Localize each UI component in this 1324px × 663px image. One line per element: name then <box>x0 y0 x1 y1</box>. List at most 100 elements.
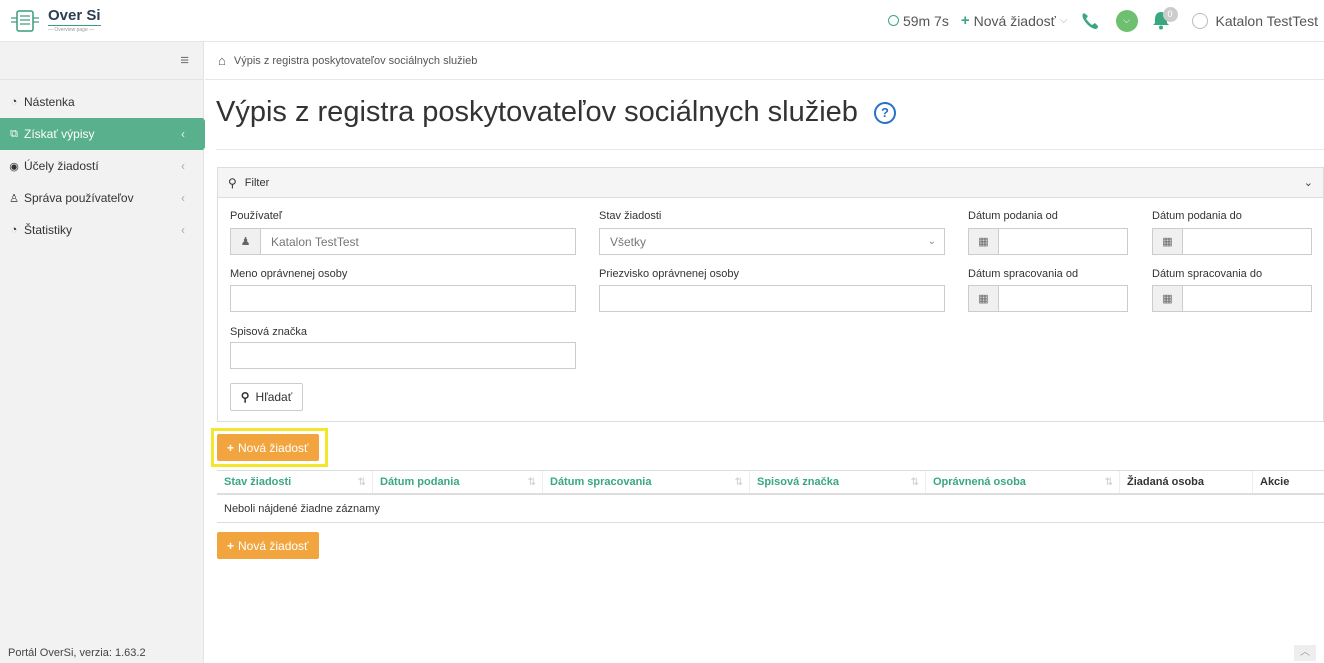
logo-icon <box>11 9 39 32</box>
user-icon <box>1191 12 1208 29</box>
status-indicator-button[interactable]: ⌵ <box>1115 9 1138 32</box>
home-icon[interactable]: ⌂ <box>218 53 226 68</box>
last-name-field[interactable] <box>599 285 945 312</box>
new-request-button-top[interactable]: + Nová žiadosť <box>217 434 319 461</box>
column-header-label: Spisová značka <box>757 476 839 488</box>
sort-icon: ⇅ <box>527 476 536 488</box>
sidebar-item-label: Získať výpisy <box>24 127 95 141</box>
new-request-button-label: Nová žiadosť <box>238 440 309 455</box>
new-request-button-bottom[interactable]: + Nová žiadosť <box>217 532 319 559</box>
search-icon: ⚲ <box>240 390 250 404</box>
plus-icon: + <box>227 538 235 553</box>
main-content: Výpis z registra poskytovateľov sociálny… <box>205 81 1324 641</box>
logo-title: Over Si <box>48 7 101 26</box>
column-header-label: Žiadaná osoba <box>1127 476 1205 488</box>
chevron-left-icon: ‹ <box>181 223 185 237</box>
table-header: Stav žiadosti ⇅ Dátum podania ⇅ Dátum spra… <box>217 470 1324 495</box>
filter-title: Filter <box>244 176 270 189</box>
empty-table-message: Neboli nájdené žiadne záznamy <box>217 495 1324 523</box>
phone-icon[interactable] <box>1080 11 1100 31</box>
page-title: Výpis z registra poskytovateľov sociálny… <box>216 96 896 129</box>
sidebar-item-sprava-pouzivatelov[interactable]: ♙ Správa používateľov ‹ <box>0 182 203 214</box>
status-select-value: Všetky <box>610 234 647 249</box>
processed-from-label: Dátum spracovania od <box>968 268 1079 280</box>
sidebar-item-label: Účely žiadostí <box>24 159 99 173</box>
filter-panel: ⚲ Filter ⌄ Používateľ ♟ Katalon TestTest… <box>217 167 1324 422</box>
sidebar-item-ziskat-vypisy[interactable]: ⧉ Získať výpisy ‹ <box>0 118 215 150</box>
notification-count-badge: 0 <box>1162 6 1178 22</box>
sort-icon: ⇅ <box>357 476 366 488</box>
dashboard-icon: ◔ <box>10 96 18 108</box>
new-request-dropdown[interactable]: + Nová žiadosť ⌵ <box>961 12 1068 29</box>
user-name: Katalon TestTest <box>1215 12 1318 29</box>
new-request-button-label: Nová žiadosť <box>238 538 309 553</box>
sidebar-item-label: Správa používateľov <box>24 191 134 205</box>
processed-from-field[interactable]: ▦ <box>968 285 1128 312</box>
column-header-label: Akcie <box>1260 476 1290 488</box>
chevron-down-icon[interactable]: ⌄ <box>1304 176 1313 189</box>
breadcrumb-current: Výpis z registra poskytovateľov sociálny… <box>233 54 478 67</box>
target-icon: ◉ <box>9 160 19 173</box>
column-header[interactable]: Oprávnená osoba ⇅ <box>926 471 1120 493</box>
user-label: Používateľ <box>230 210 283 222</box>
status-select[interactable]: Všetky ⌄ <box>599 228 945 255</box>
calendar-icon: ▦ <box>1153 229 1183 254</box>
notifications-button[interactable]: 0 <box>1152 6 1178 32</box>
sidebar: ≡ ◔ Nástenka ⧉ Získať výpisy ‹ ◉ Účely ž… <box>0 42 215 663</box>
users-icon: ♙ <box>9 192 19 205</box>
scroll-top-button[interactable]: ︿ <box>1294 645 1316 661</box>
copy-icon: ⧉ <box>10 127 18 140</box>
filter-header[interactable]: ⚲ Filter ⌄ <box>218 168 1323 198</box>
clock-icon <box>887 15 899 26</box>
sidebar-item-nastenka[interactable]: ◔ Nástenka <box>0 86 203 118</box>
file-number-field[interactable] <box>230 342 576 369</box>
processed-to-label: Dátum spracovania do <box>1152 268 1263 280</box>
column-header-label: Stav žiadosti <box>224 476 292 488</box>
column-header[interactable]: Spisová značka ⇅ <box>750 471 926 493</box>
user-field[interactable]: ♟ Katalon TestTest <box>230 228 576 255</box>
calendar-icon: ▦ <box>1153 286 1183 311</box>
first-name-field[interactable] <box>230 285 576 312</box>
submitted-from-label: Dátum podania od <box>968 210 1058 222</box>
chevron-up-icon: ︿ <box>1300 647 1310 658</box>
column-header-label: Oprávnená osoba <box>933 476 1026 488</box>
sort-icon: ⇅ <box>910 476 919 488</box>
session-timer-value: 59m 7s <box>902 12 949 29</box>
sort-icon: ⇅ <box>1104 476 1113 488</box>
calendar-icon: ▦ <box>969 286 999 311</box>
version-footer: Portál OverSi, verzia: 1.63.2 <box>8 647 146 659</box>
status-label: Stav žiadosti <box>599 210 662 222</box>
chevron-down-icon: ⌵ <box>1123 15 1130 25</box>
sidebar-item-ucely-ziadosti[interactable]: ◉ Účely žiadostí ‹ <box>0 150 203 182</box>
user-menu[interactable]: Katalon TestTest <box>1191 12 1318 29</box>
breadcrumb: ⌂ Výpis z registra poskytovateľov sociál… <box>205 42 1324 80</box>
sidebar-item-statistiky[interactable]: ◔ Štatistiky ‹ <box>0 214 203 246</box>
sidebar-toggle[interactable]: ≡ <box>0 42 203 80</box>
user-icon: ♟ <box>231 229 261 254</box>
requests-table: Stav žiadosti ⇅ Dátum podania ⇅ Dátum spra… <box>217 470 1324 523</box>
search-button-label: Hľadať <box>255 390 293 404</box>
processed-to-field[interactable]: ▦ <box>1152 285 1312 312</box>
sort-icon: ⇅ <box>734 476 743 488</box>
sidebar-item-label: Štatistiky <box>24 223 73 237</box>
submitted-to-field[interactable]: ▦ <box>1152 228 1312 255</box>
search-button[interactable]: ⚲ Hľadať <box>230 383 303 411</box>
column-header[interactable]: Dátum spracovania ⇅ <box>543 471 750 493</box>
logo[interactable]: Over Si — Overview page — <box>0 8 200 33</box>
column-header: Akcie <box>1253 471 1324 493</box>
chevron-left-icon: ‹ <box>181 191 185 205</box>
user-field-value: Katalon TestTest <box>271 234 359 249</box>
chevron-down-icon: ⌄ <box>927 236 936 247</box>
column-header[interactable]: Stav žiadosti ⇅ <box>217 471 373 493</box>
plus-icon: + <box>960 12 970 29</box>
submitted-to-label: Dátum podania do <box>1152 210 1242 222</box>
session-timer: 59m 7s <box>887 12 949 29</box>
chevron-left-icon: ‹ <box>181 127 185 141</box>
dashboard-icon: ◔ <box>10 224 18 236</box>
help-icon[interactable]: ? <box>873 101 896 124</box>
column-header-label: Dátum spracovania <box>550 476 652 488</box>
column-header[interactable]: Dátum podania ⇅ <box>373 471 543 493</box>
search-icon: ⚲ <box>228 175 237 190</box>
new-request-label: Nová žiadosť <box>973 12 1056 29</box>
submitted-from-field[interactable]: ▦ <box>968 228 1128 255</box>
